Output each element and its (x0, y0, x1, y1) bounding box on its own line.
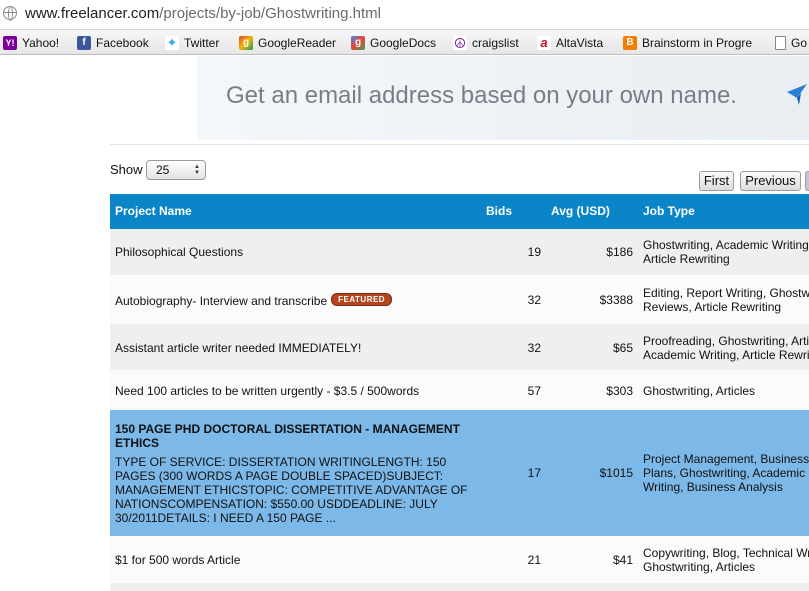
table-row[interactable]: Assistant article writer needed IMMEDIAT… (110, 324, 809, 370)
bookmark-googlereader[interactable]: g GoogleReader (239, 34, 336, 52)
job-type-line: Ghostwriting, Articles (643, 560, 756, 574)
peace-icon: ☮ (453, 35, 467, 51)
header-project-name[interactable]: Project Name (115, 204, 192, 218)
bids-count: 21 (527, 553, 541, 567)
avg-price: $41 (612, 553, 633, 567)
featured-badge: FEATURED (331, 293, 393, 306)
facebook-icon: f (77, 36, 91, 50)
project-description: TYPE OF SERVICE: DISSERTATION WRITINGLEN… (115, 455, 468, 525)
bookmark-craigslist[interactable]: ☮ craigslist (453, 34, 519, 52)
bookmark-label: Go (791, 36, 808, 50)
globe-icon (3, 6, 17, 21)
bids-count: 57 (527, 384, 541, 398)
bookmark-label: AltaVista (556, 36, 604, 50)
table-row[interactable]: Autobiography- Interview and transcribe F… (110, 275, 809, 324)
twitter-icon: ✦ (165, 35, 179, 50)
page-size-value: 25 (156, 163, 170, 177)
bookmark-yahoo[interactable]: Y! Yahoo! (3, 34, 59, 52)
job-type-line: Ghostwriting, Academic Writing, (643, 238, 809, 252)
table-row-highlighted[interactable]: 150 PAGE PHD DOCTORAL DISSERTATION - MAN… (110, 410, 809, 536)
avg-price: $186 (606, 245, 633, 259)
job-type: Copywriting, Blog, Technical Writing,Gho… (643, 546, 809, 574)
job-type: Ghostwriting, Academic Writing, Article R… (643, 238, 809, 266)
project-name-cell: Autobiography- Interview and transcribe F… (115, 293, 393, 308)
bookmark-brainstorm[interactable]: B Brainstorm in Progre (623, 34, 752, 52)
avg-price: $3388 (599, 293, 633, 307)
job-type-line: Copywriting, Blog, Technical Writing, (643, 546, 809, 560)
header-job-type[interactable]: Job Type (643, 204, 695, 218)
job-type-line: Proofreading, Ghostwriting, Articles, (643, 334, 809, 348)
select-arrows-icon: ▲ ▼ (194, 164, 200, 176)
table-row[interactable]: $1 for 500 words Article 21 $41 Copywrit… (110, 536, 809, 583)
job-type: Ghostwriting, Articles (643, 384, 755, 398)
show-label: Show (110, 162, 143, 177)
bookmarks-bar: Y! Yahoo! f Facebook ✦ Twitter g GoogleR… (0, 30, 809, 55)
job-type-line: Ghostwriting, Articles (643, 384, 756, 398)
googlereader-icon: g (239, 36, 253, 50)
bookmark-googledocs[interactable]: g GoogleDocs (351, 34, 436, 52)
job-type-line: Reviews, Article Rewriting (643, 300, 782, 314)
url-path: /projects/by-job/Ghostwriting.html (159, 5, 381, 22)
bookmark-label: Yahoo! (22, 36, 60, 50)
job-type: Editing, Report Writing, Ghostwriting,Re… (643, 286, 809, 314)
address-bar[interactable]: www.freelancer.com/projects/by-job/Ghost… (0, 0, 809, 30)
table-row[interactable]: Philosophical Questions 19 $186 Ghostwri… (110, 229, 809, 275)
previous-button[interactable]: Previous (740, 171, 801, 191)
page-icon (775, 36, 786, 50)
bids-count: 19 (527, 245, 541, 259)
first-button[interactable]: First (699, 171, 734, 191)
project-name-link[interactable]: Assistant article writer needed IMMEDIAT… (115, 341, 361, 355)
bookmark-label: Facebook (96, 36, 149, 50)
bookmark-altavista[interactable]: a AltaVista (537, 34, 603, 52)
bookmark-partial[interactable]: Go (775, 34, 807, 52)
page-size-select[interactable]: 25 ▲ ▼ (146, 160, 206, 180)
bookmark-label: Twitter (184, 36, 220, 50)
yahoo-icon: Y! (3, 36, 17, 50)
table-row[interactable]: Need 100 articles to be written urgently… (110, 370, 809, 410)
altavista-icon: a (537, 36, 551, 50)
job-type-line: Article Rewriting (643, 252, 730, 266)
avg-price: $1015 (599, 466, 633, 480)
bookmark-label: craigslist (472, 36, 519, 50)
bookmark-facebook[interactable]: f Facebook (77, 34, 149, 52)
avg-price: $303 (606, 384, 633, 398)
bookmark-label: Brainstorm in Progre (642, 36, 753, 50)
project-name-link[interactable]: Philosophical Questions (115, 245, 243, 259)
table-row[interactable] (110, 583, 809, 591)
next-button[interactable] (805, 171, 809, 191)
googledocs-icon: g (351, 36, 365, 50)
project-name-link[interactable]: Need 100 articles to be written urgently… (115, 384, 419, 398)
avg-price: $65 (612, 341, 633, 355)
bids-count: 17 (527, 466, 541, 480)
table-header: Project Name Bids Avg (USD) Job Type (110, 194, 809, 229)
divider (110, 144, 809, 145)
job-type-line: Writing, Business Analysis (643, 480, 783, 494)
job-type: Project Management, Business Plans, Ghost… (643, 452, 809, 494)
ad-text: Get an email address based on your own n… (226, 82, 737, 109)
job-type-line: Editing, Report Writing, Ghostwriting, (643, 286, 809, 300)
bookmark-twitter[interactable]: ✦ Twitter (165, 34, 219, 52)
bookmark-label: GoogleDocs (370, 36, 437, 50)
ad-banner[interactable]: Get an email address based on your own n… (197, 56, 809, 140)
project-name-link[interactable]: Autobiography- Interview and transcribe (115, 294, 327, 308)
paper-plane-icon (787, 84, 807, 105)
job-type: Proofreading, Ghostwriting, Articles,Aca… (643, 334, 809, 362)
blogger-icon: B (623, 36, 637, 50)
url-text[interactable]: www.freelancer.com/projects/by-job/Ghost… (25, 5, 381, 22)
header-avg[interactable]: Avg (USD) (551, 204, 610, 218)
url-host: www.freelancer.com (25, 5, 160, 22)
project-name-link[interactable]: $1 for 500 words Article (115, 553, 240, 567)
job-type-line: Plans, Ghostwriting, Academic (643, 466, 806, 480)
bookmark-label: GoogleReader (258, 36, 337, 50)
project-name-link[interactable]: 150 PAGE PHD DOCTORAL DISSERTATION - MAN… (115, 422, 475, 450)
job-type-line: Academic Writing, Article Rewriting (643, 348, 809, 362)
job-type-line: Project Management, Business (643, 452, 809, 466)
bids-count: 32 (527, 341, 541, 355)
header-bids[interactable]: Bids (486, 204, 512, 218)
bids-count: 32 (527, 293, 541, 307)
